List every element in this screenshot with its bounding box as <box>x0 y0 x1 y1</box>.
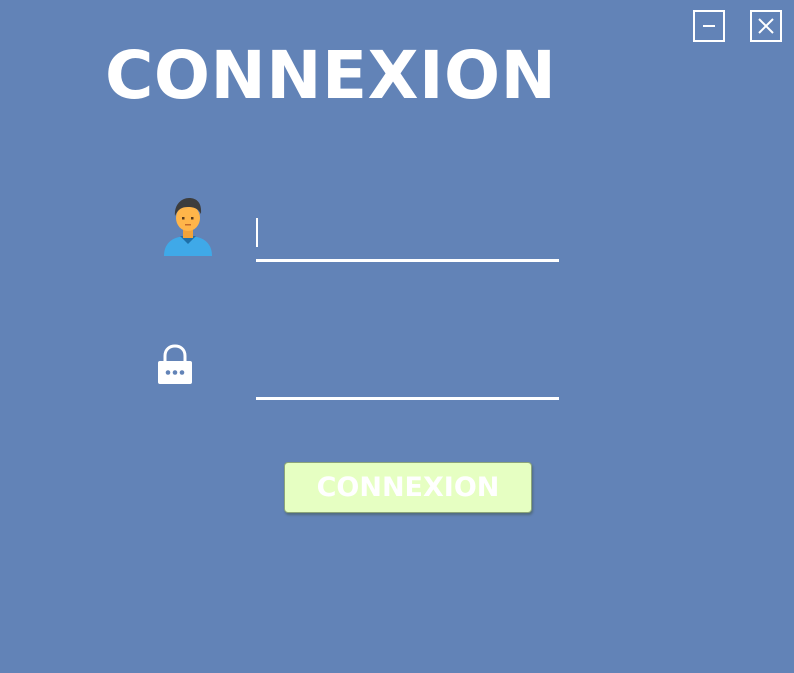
minimize-button[interactable] <box>693 10 725 42</box>
lock-icon <box>158 344 192 384</box>
close-icon <box>758 18 774 34</box>
login-button[interactable]: CONNEXION <box>284 462 532 513</box>
close-button[interactable] <box>750 10 782 42</box>
user-icon <box>164 198 212 256</box>
page-title: CONNEXION <box>105 37 557 114</box>
username-input[interactable] <box>256 218 559 262</box>
minimize-icon <box>703 25 715 27</box>
text-caret <box>256 218 258 247</box>
password-input[interactable] <box>256 356 559 400</box>
